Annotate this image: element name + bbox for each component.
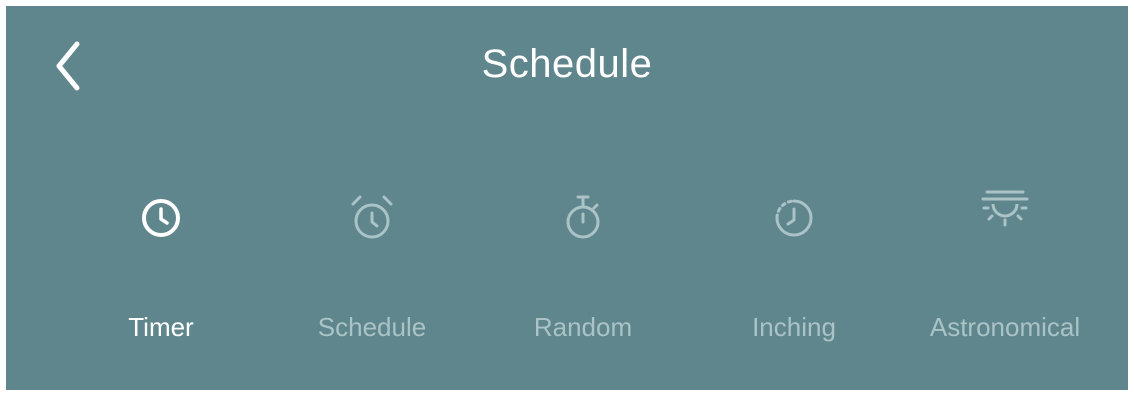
alarm-clock-icon: [351, 195, 393, 239]
tab-random[interactable]: Random: [483, 186, 683, 356]
tab-label: Random: [533, 312, 633, 342]
tab-label: Astronomical: [929, 312, 1081, 342]
tab-schedule[interactable]: Schedule: [272, 186, 472, 356]
page-title: Schedule: [481, 42, 653, 86]
tab-inching[interactable]: Inching: [694, 186, 894, 356]
schedule-screen: Schedule Timer Schedule Random Inching A…: [6, 6, 1128, 390]
sunset-icon: [981, 190, 1029, 227]
tab-astronomical[interactable]: Astronomical: [905, 186, 1105, 356]
stopwatch-icon: [566, 195, 600, 239]
dashed-clock-icon: [775, 199, 813, 237]
tab-label: Schedule: [317, 312, 427, 342]
tab-label: Inching: [752, 312, 836, 342]
tab-timer[interactable]: Timer: [61, 186, 261, 356]
tab-label: Timer: [128, 312, 194, 342]
clock-icon: [142, 199, 180, 237]
schedule-mode-tabs: Timer Schedule Random Inching Astronomic…: [6, 186, 1128, 356]
